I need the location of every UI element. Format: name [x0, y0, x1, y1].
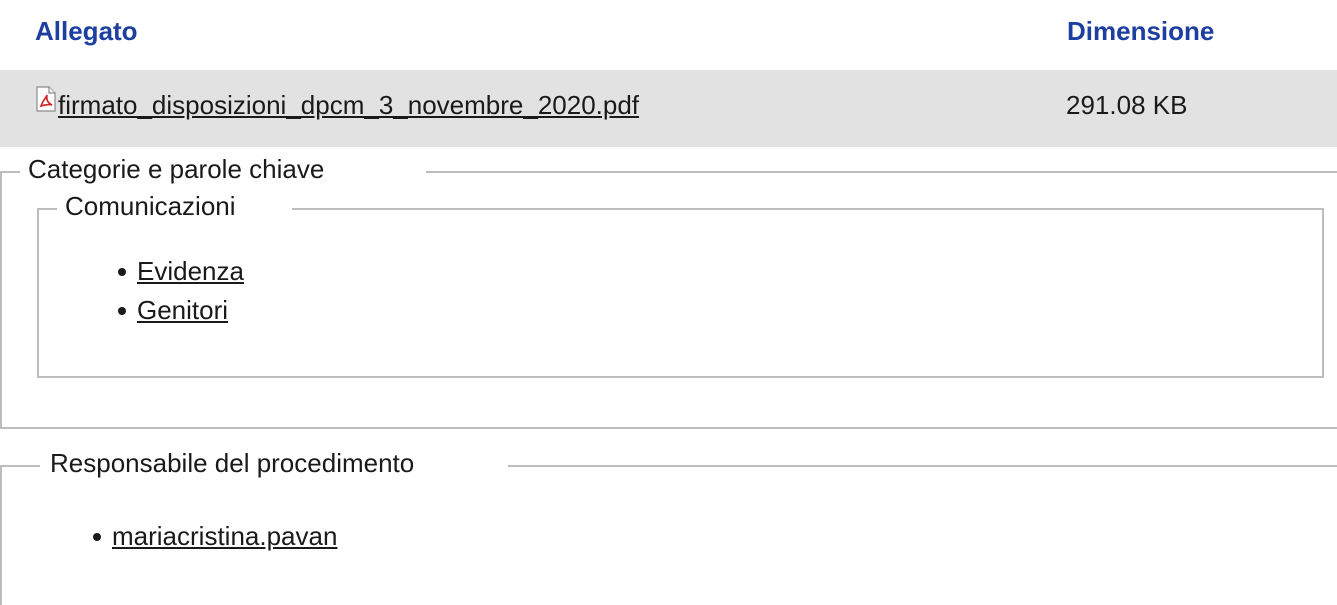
fieldset-border — [0, 465, 40, 467]
attachments-header: Allegato Dimensione — [0, 0, 1337, 70]
communications-legend: Comunicazioni — [65, 191, 236, 221]
list-item: Genitori — [118, 295, 244, 334]
attachment-file-link[interactable]: firmato_disposizioni_dpcm_3_novembre_202… — [58, 90, 639, 121]
column-header-size: Dimensione — [1067, 16, 1215, 46]
bullet-icon — [93, 533, 101, 541]
category-list: Evidenza Genitori — [118, 256, 244, 334]
fieldset-border — [292, 208, 1324, 210]
categories-legend: Categorie e parole chiave — [28, 154, 325, 184]
fieldset-border — [0, 171, 20, 173]
category-link-evidenza[interactable]: Evidenza — [137, 256, 244, 286]
responsible-list: mariacristina.pavan — [93, 521, 337, 560]
responsible-user-link[interactable]: mariacristina.pavan — [112, 521, 337, 551]
pdf-file-icon — [35, 86, 57, 112]
responsible-legend: Responsabile del procedimento — [50, 448, 415, 478]
bullet-icon — [118, 268, 126, 276]
category-link-genitori[interactable]: Genitori — [137, 295, 228, 325]
attachments-table: Allegato Dimensione firmato_disposizioni… — [0, 0, 1337, 147]
fieldset-border — [508, 465, 1337, 467]
column-header-attachment: Allegato — [35, 16, 138, 46]
fieldset-border — [37, 208, 57, 210]
fieldset-border — [426, 171, 1337, 173]
list-item: mariacristina.pavan — [93, 521, 337, 560]
list-item: Evidenza — [118, 256, 244, 295]
bullet-icon — [118, 307, 126, 315]
attachment-file-size: 291.08 KB — [1066, 90, 1188, 120]
